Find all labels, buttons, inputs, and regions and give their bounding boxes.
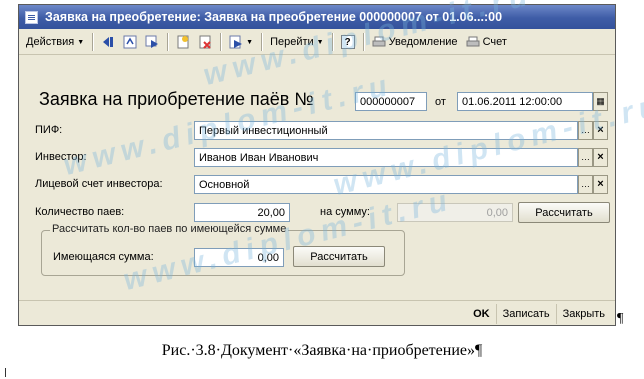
investor-select-button[interactable]: …: [578, 148, 593, 167]
text-cursor: [5, 368, 6, 377]
invoice-label: Счет: [482, 36, 507, 48]
figure-caption: Рис.·3.8·Документ·«Заявка·на·приобретени…: [161, 342, 483, 359]
available-sum-field[interactable]: 0,00: [194, 248, 284, 267]
arrow-right-icon: [145, 35, 159, 48]
calendar-icon: ▦: [596, 96, 605, 106]
notification-label: Уведомление: [388, 36, 458, 48]
calculate-button[interactable]: Рассчитать: [518, 202, 610, 223]
actions-menu-label: Действия: [26, 36, 75, 48]
goto-menu[interactable]: Перейти ▼: [266, 32, 328, 52]
notification-button[interactable]: Уведомление: [368, 32, 462, 52]
investor-clear-button[interactable]: ×: [593, 148, 608, 167]
actions-menu[interactable]: Действия ▼: [22, 32, 88, 52]
toolbar: Действия ▼ ▼ Перейти ▼ ? Уведомление Сче…: [19, 30, 615, 55]
refresh-icon: [123, 35, 137, 49]
date-label: от: [435, 96, 446, 108]
window-title: Заявка на преобретение: Заявка на преобр…: [45, 10, 503, 24]
toolbar-separator: [261, 33, 263, 51]
title-bar[interactable]: Заявка на преобретение: Заявка на преобр…: [19, 5, 615, 29]
document-window: Заявка на преобретение: Заявка на преобр…: [18, 4, 616, 326]
printer-icon: [372, 36, 386, 47]
pif-label: ПИФ:: [35, 124, 63, 136]
ok-button[interactable]: OK: [467, 304, 496, 324]
account-select-button[interactable]: …: [578, 175, 593, 194]
toolbar-separator: [220, 33, 222, 51]
help-button[interactable]: ?: [337, 32, 359, 52]
shares-quantity-field[interactable]: 20,00: [194, 203, 290, 222]
pilcrow-mark: ¶: [617, 311, 624, 326]
calendar-button[interactable]: ▦: [593, 92, 608, 111]
ellipsis-icon: …: [581, 125, 590, 135]
available-sum-label: Имеющаяся сумма:: [53, 251, 154, 263]
forward-button[interactable]: [141, 32, 163, 52]
delete-document-icon: [199, 35, 211, 49]
toolbar-separator: [167, 33, 169, 51]
bottom-bar: OK Записать Закрыть: [19, 300, 615, 326]
shares-quantity-label: Количество паев:: [35, 206, 125, 218]
chevron-down-icon: ▼: [246, 38, 254, 46]
post-document-icon: [229, 35, 243, 49]
investor-label: Инвестор:: [35, 151, 87, 163]
ellipsis-icon: …: [581, 179, 590, 189]
document-date-field[interactable]: 01.06.2011 12:00:00: [457, 92, 593, 111]
investor-field[interactable]: Иванов Иван Иванович: [194, 148, 578, 167]
toolbar-separator: [92, 33, 94, 51]
goto-menu-label: Перейти: [270, 36, 314, 48]
ellipsis-icon: …: [581, 152, 590, 162]
help-icon: ?: [340, 35, 355, 49]
account-field[interactable]: Основной: [194, 175, 578, 194]
arrow-left-icon: [103, 37, 114, 47]
invoice-button[interactable]: Счет: [462, 32, 511, 52]
save-button[interactable]: Записать: [495, 303, 556, 324]
pif-field[interactable]: Первый инвестиционный: [194, 121, 578, 140]
back-button[interactable]: [97, 32, 119, 52]
sum-field: 0,00: [397, 203, 513, 222]
document-number-field[interactable]: 000000007: [355, 92, 427, 111]
toolbar-separator: [362, 33, 364, 51]
close-button[interactable]: Закрыть: [555, 303, 611, 324]
chevron-down-icon: ▼: [316, 38, 324, 46]
account-clear-button[interactable]: ×: [593, 175, 608, 194]
form-title: Заявка на приобретение паёв №: [39, 89, 314, 109]
new-document-button[interactable]: [172, 32, 194, 52]
close-icon: ×: [597, 178, 604, 190]
account-label: Лицевой счет инвестора:: [35, 178, 163, 190]
pif-clear-button[interactable]: ×: [593, 121, 608, 140]
new-document-icon: [177, 35, 189, 49]
chevron-down-icon: ▼: [77, 38, 85, 46]
printer-icon: [466, 36, 480, 47]
document-icon: [25, 10, 38, 24]
pif-select-button[interactable]: …: [578, 121, 593, 140]
sum-label: на сумму:: [320, 206, 370, 218]
group-calculate-button[interactable]: Рассчитать: [293, 246, 385, 267]
post-document-button[interactable]: ▼: [225, 32, 257, 52]
group-title: Рассчитать кол-во паев по имеющейся сумм…: [50, 223, 289, 235]
close-icon: ×: [597, 151, 604, 163]
delete-document-button[interactable]: [194, 32, 216, 52]
close-icon: ×: [597, 124, 604, 136]
refresh-button[interactable]: [119, 32, 141, 52]
toolbar-separator: [331, 33, 333, 51]
